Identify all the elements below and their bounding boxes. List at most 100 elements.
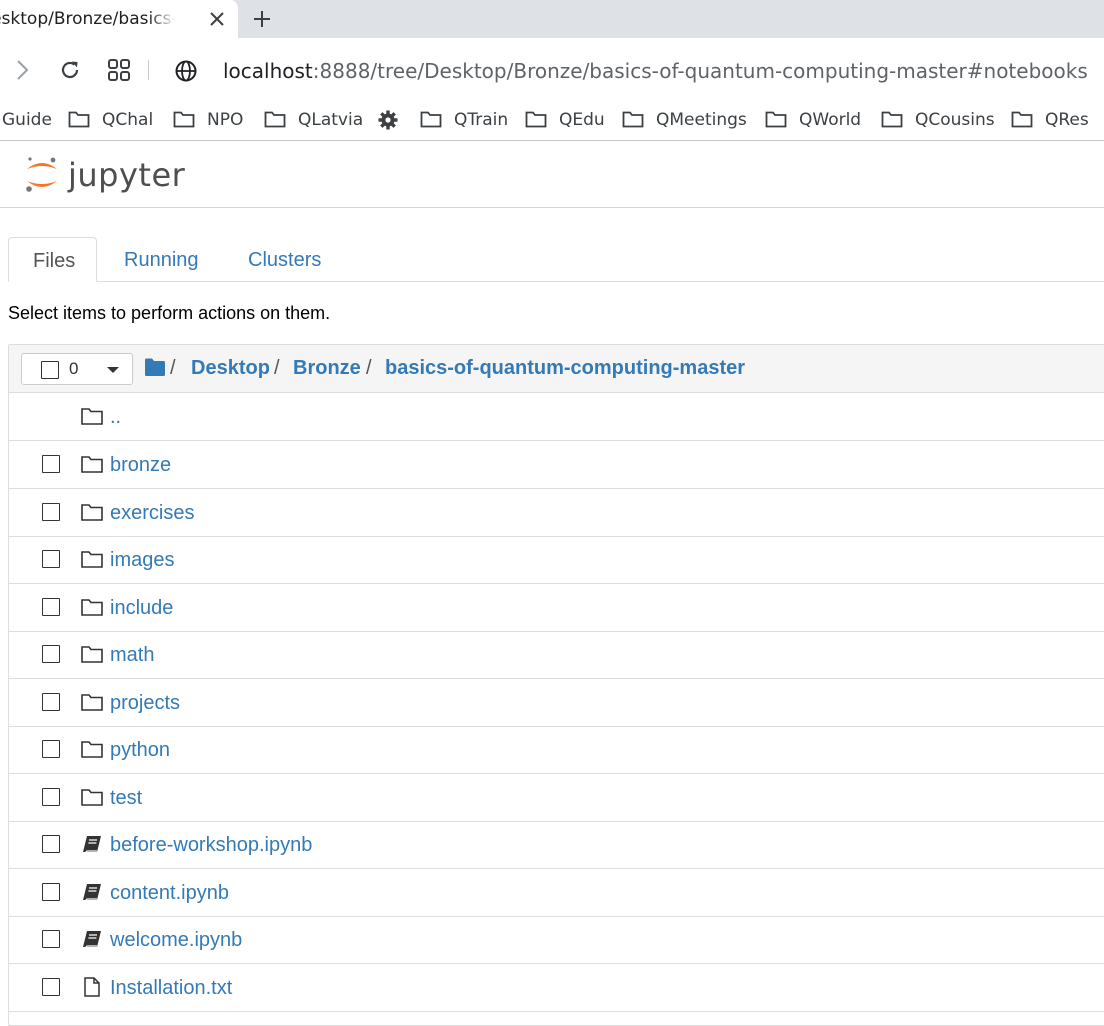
jupyter-logo-icon (26, 157, 57, 192)
folder-icon (81, 408, 103, 425)
item-link[interactable]: projects (110, 690, 180, 716)
bookmark-label: QRes (1045, 110, 1089, 130)
notebook-icon (83, 931, 101, 949)
parent-directory-row[interactable]: .. (9, 393, 1104, 441)
bookmark-label: QWorld (799, 110, 862, 130)
notebook-icon (83, 836, 101, 854)
caret-down-icon (107, 367, 119, 373)
folder-icon (765, 111, 787, 128)
item-checkbox[interactable] (42, 882, 60, 901)
tab-running[interactable]: Running (100, 237, 223, 281)
browser-tab[interactable]: Desktop/Bronze/basics-of-quantum-computi… (0, 0, 238, 38)
file-list-header: 0 / Desktop / Bronze / basics-of-quantum… (9, 345, 1104, 393)
folder-icon (1011, 111, 1033, 128)
select-all-button[interactable]: 0 (21, 353, 95, 385)
item-checkbox[interactable] (42, 787, 60, 806)
folder-icon (81, 503, 103, 521)
notebook-icon (83, 883, 101, 901)
item-link[interactable]: include (110, 595, 173, 621)
item-link[interactable]: math (110, 642, 154, 668)
reload-icon[interactable] (58, 58, 82, 82)
item-checkbox[interactable] (42, 930, 60, 948)
url-host: localhost (223, 59, 313, 83)
list-item[interactable]: test (9, 774, 1104, 822)
item-checkbox[interactable] (42, 692, 60, 711)
folder-icon (81, 551, 103, 568)
item-checkbox[interactable] (42, 977, 60, 996)
item-link[interactable]: content.ipynb (110, 880, 229, 906)
tab-title: Desktop/Bronze/basics-of-quantum-computi… (0, 9, 178, 29)
new-tab-icon[interactable] (250, 7, 274, 31)
apps-grid-icon[interactable] (107, 58, 131, 82)
notebook-tabs: Files Running Clusters (8, 237, 1104, 282)
bookmark-label: QEdu (559, 110, 605, 130)
list-item[interactable]: python (9, 726, 1104, 774)
list-item[interactable]: projects (9, 679, 1104, 727)
list-item[interactable]: include (9, 584, 1104, 632)
item-link[interactable]: python (110, 737, 170, 763)
jupyter-header: jupyter (0, 141, 1104, 208)
item-link[interactable]: Installation.txt (110, 975, 232, 1001)
bookmarks-bar: Guide QChal NPO QLatvia QTrain QEdu QMee… (0, 100, 1104, 141)
item-checkbox[interactable] (42, 740, 60, 758)
selected-count: 0 (69, 359, 79, 378)
folder-icon (81, 788, 103, 806)
list-item[interactable]: content.ipynb (9, 869, 1104, 917)
breadcrumb-separator: / (274, 357, 280, 379)
bookmark-label: QTrain (454, 110, 509, 130)
item-link[interactable]: exercises (110, 500, 194, 526)
item-checkbox[interactable] (42, 597, 60, 616)
tab-files[interactable]: Files (8, 237, 97, 282)
list-item[interactable]: bronze (9, 441, 1104, 489)
address-bar[interactable]: localhost:8888/tree/Desktop/Bronze/basic… (223, 58, 1088, 84)
folder-icon (881, 111, 903, 128)
gear-icon[interactable] (378, 110, 398, 130)
item-checkbox[interactable] (42, 502, 60, 521)
breadcrumb-desktop[interactable]: Desktop (191, 355, 270, 381)
parent-directory-link[interactable]: .. (110, 404, 121, 430)
folder-icon (81, 598, 103, 616)
folder-icon (264, 111, 286, 128)
item-link[interactable]: images (110, 547, 174, 573)
item-checkbox[interactable] (42, 455, 60, 473)
folder-icon (173, 111, 195, 128)
list-item[interactable]: exercises (9, 489, 1104, 537)
toolbar-separator (148, 60, 149, 80)
folder-icon (525, 111, 547, 128)
item-link[interactable]: test (110, 785, 142, 811)
select-all-checkbox[interactable] (41, 361, 59, 379)
breadcrumb-separator: / (170, 357, 176, 379)
globe-icon[interactable] (174, 59, 198, 83)
breadcrumb-separator: / (366, 357, 372, 379)
breadcrumb-current[interactable]: basics-of-quantum-computing-master (385, 355, 745, 381)
folder-icon (622, 111, 644, 128)
item-link[interactable]: before-workshop.ipynb (110, 832, 312, 858)
list-item[interactable]: Installation.txt (9, 964, 1104, 1012)
folder-icon (420, 111, 442, 128)
breadcrumb-bronze[interactable]: Bronze (293, 355, 361, 381)
close-icon[interactable] (206, 8, 228, 30)
folder-icon (81, 456, 103, 473)
item-checkbox[interactable] (42, 550, 60, 568)
list-item[interactable]: images (9, 536, 1104, 584)
item-checkbox[interactable] (42, 645, 60, 663)
forward-icon[interactable] (10, 58, 34, 82)
folder-icon (81, 646, 103, 663)
tab-clusters[interactable]: Clusters (224, 237, 345, 281)
select-dropdown-button[interactable] (94, 353, 133, 385)
jupyter-logo-text: jupyter (68, 156, 186, 194)
folder-home-icon[interactable] (145, 358, 165, 376)
jupyter-logo[interactable]: jupyter (24, 153, 194, 197)
list-item[interactable]: welcome.ipynb (9, 916, 1104, 964)
url-path: :8888/tree/Desktop/Bronze/basics-of-quan… (312, 59, 1088, 83)
bookmark-label: QMeetings (656, 110, 747, 130)
list-item[interactable]: before-workshop.ipynb (9, 821, 1104, 869)
item-link[interactable]: bronze (110, 452, 171, 478)
bookmark-label: QLatvia (298, 110, 364, 130)
item-checkbox[interactable] (42, 835, 60, 853)
folder-icon (81, 693, 103, 711)
bookmark-label: QChal (102, 110, 154, 130)
item-link[interactable]: welcome.ipynb (110, 927, 242, 953)
bookmark-label: Guide (2, 110, 52, 130)
list-item[interactable]: math (9, 631, 1104, 679)
